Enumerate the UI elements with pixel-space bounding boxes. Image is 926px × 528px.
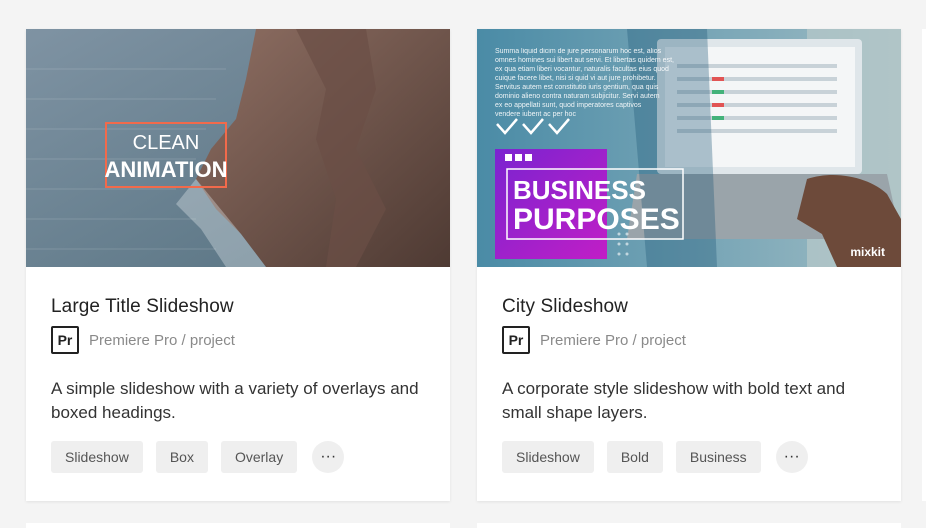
- tag-business[interactable]: Business: [675, 441, 761, 473]
- thumb-text-line2: ANIMATION: [104, 157, 227, 182]
- app-label: Premiere Pro / project: [540, 331, 686, 349]
- premiere-pro-icon: Pr: [51, 326, 79, 354]
- tag-slideshow[interactable]: Slideshow: [502, 441, 594, 473]
- app-meta: Pr Premiere Pro / project: [51, 326, 235, 354]
- tag-list: Slideshow Bold Business ···: [502, 441, 808, 473]
- thumb-text-line2: PURPOSES: [513, 203, 680, 236]
- card-description: A corporate style slideshow with bold te…: [502, 379, 846, 422]
- next-card-edge: [922, 29, 926, 501]
- tag-overlay[interactable]: Overlay: [220, 441, 298, 473]
- next-row-card-edge: [477, 523, 901, 528]
- tag-slideshow[interactable]: Slideshow: [51, 441, 143, 473]
- card-description: A simple slideshow with a variety of ove…: [51, 379, 419, 422]
- thumb-text-line1: CLEAN: [133, 132, 200, 154]
- thumbnail-image[interactable]: CLEAN ANIMATION: [26, 29, 450, 267]
- template-card[interactable]: CLEAN ANIMATION Large Title Slideshow Pr…: [26, 29, 450, 501]
- thumb-text-line1: BUSINESS: [513, 175, 646, 205]
- mixkit-logo: mixkit: [850, 245, 885, 259]
- more-tags-button[interactable]: ···: [775, 441, 808, 473]
- card-title[interactable]: Large Title Slideshow: [51, 296, 234, 318]
- thumbnail-image[interactable]: Summa liquid dicim de jure personarum ho…: [477, 29, 901, 267]
- more-tags-button[interactable]: ···: [312, 441, 345, 473]
- tag-list: Slideshow Box Overlay ···: [51, 441, 345, 473]
- app-meta: Pr Premiere Pro / project: [502, 326, 686, 354]
- tag-bold[interactable]: Bold: [606, 441, 663, 473]
- app-label: Premiere Pro / project: [89, 331, 235, 349]
- card-title[interactable]: City Slideshow: [502, 296, 628, 318]
- next-row-card-edge: [26, 523, 450, 528]
- template-card[interactable]: Summa liquid dicim de jure personarum ho…: [477, 29, 901, 501]
- premiere-pro-icon: Pr: [502, 326, 530, 354]
- tag-box[interactable]: Box: [155, 441, 208, 473]
